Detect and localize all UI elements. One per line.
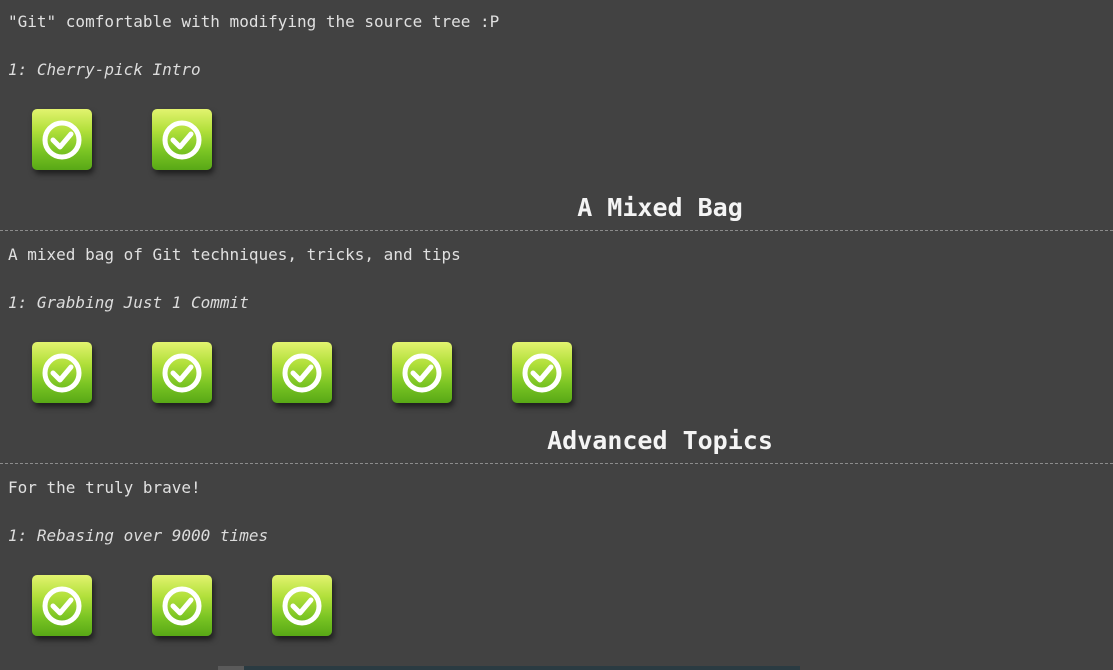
section-title-advanced-topics: Advanced Topics [547,426,773,455]
section-description: "Git" comfortable with modifying the sou… [8,12,500,31]
level-button[interactable] [32,109,92,170]
section-divider [0,463,1113,464]
check-icon [282,353,322,392]
level-icon-row [32,342,572,404]
check-icon [402,353,442,392]
level-icon-row [32,109,212,171]
level-name: 1: Rebasing over 9000 times [8,526,269,545]
check-icon [162,586,202,625]
level-button[interactable] [272,575,332,636]
section-description: A mixed bag of Git techniques, tricks, a… [8,245,461,264]
level-button[interactable] [152,342,212,403]
level-button[interactable] [392,342,452,403]
level-button[interactable] [32,575,92,636]
level-icon-row [32,575,332,637]
level-button[interactable] [152,575,212,636]
check-icon [162,353,202,392]
section-description: For the truly brave! [8,478,201,497]
level-name: 1: Grabbing Just 1 Commit [8,293,249,312]
level-button[interactable] [272,342,332,403]
section-divider [0,230,1113,231]
check-icon [42,353,82,392]
check-icon [42,586,82,625]
level-button[interactable] [152,109,212,170]
check-icon [42,120,82,159]
check-icon [282,586,322,625]
level-button[interactable] [512,342,572,403]
level-name: 1: Cherry-pick Intro [8,60,201,79]
section-title-mixed-bag: A Mixed Bag [577,193,743,222]
bottom-scroll-strip [218,666,800,670]
strip-edge [218,666,244,670]
check-icon [162,120,202,159]
level-button[interactable] [32,342,92,403]
check-icon [522,353,562,392]
